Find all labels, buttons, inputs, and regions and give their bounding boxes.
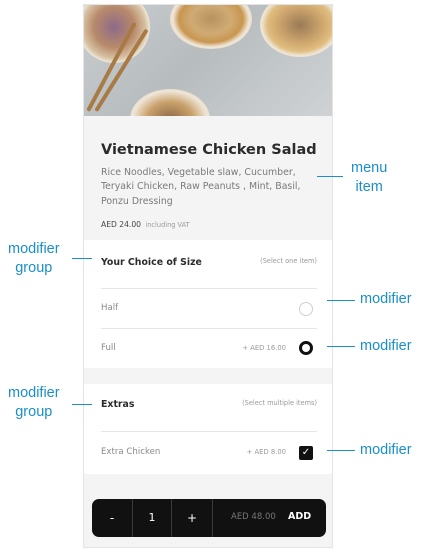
price-value: AED 24.00 bbox=[101, 220, 141, 229]
modifier-option-label: Extra Chicken bbox=[101, 447, 161, 457]
modifier-group-header: Your Choice of Size (Select one item) bbox=[84, 240, 332, 285]
menu-item-details: Vietnamese Chicken Salad Rice Noodles, V… bbox=[84, 116, 332, 240]
annotation-text: modifier bbox=[360, 291, 412, 307]
annotation-pointer-line bbox=[72, 404, 92, 405]
annotation-modifier-group-extras: modifier group bbox=[8, 384, 60, 422]
annotation-modifier-half: modifier bbox=[360, 291, 412, 307]
radio-button-unselected[interactable] bbox=[299, 302, 313, 316]
modifier-option-half[interactable]: Half bbox=[84, 289, 332, 329]
modifier-option-label: Half bbox=[101, 303, 119, 313]
modifier-group-hint: (Select one item) bbox=[260, 257, 317, 265]
annotation-pointer-line bbox=[317, 176, 343, 177]
annotation-pointer-line bbox=[327, 450, 355, 451]
modifier-option-full[interactable]: Full + AED 16.00 bbox=[84, 329, 332, 369]
annotation-menu-item: menu item bbox=[351, 159, 387, 197]
checkbox-checked[interactable]: ✓ bbox=[299, 446, 313, 460]
annotation-text: modifier bbox=[360, 442, 412, 458]
increase-quantity-button[interactable]: + bbox=[172, 499, 212, 537]
modifier-group-size: Your Choice of Size (Select one item) Ha… bbox=[84, 240, 332, 369]
modifier-group-header: Extras (Select multiple items) bbox=[84, 384, 332, 429]
divider bbox=[212, 499, 213, 537]
annotation-pointer-line bbox=[327, 346, 355, 347]
add-to-cart-button[interactable]: ADD bbox=[288, 511, 311, 522]
annotation-modifier-full: modifier bbox=[360, 338, 412, 354]
menu-item-description: Rice Noodles, Vegetable slaw, Cucumber, … bbox=[101, 167, 301, 207]
bowl-shape bbox=[170, 5, 252, 49]
annotation-text: menu item bbox=[351, 160, 388, 195]
annotation-pointer-line bbox=[72, 258, 92, 259]
quantity-value: 1 bbox=[148, 511, 156, 524]
annotation-modifier-group-size: modifier group bbox=[8, 240, 60, 278]
add-to-cart-bar: - 1 + AED 48.00 ADD bbox=[92, 499, 326, 537]
annotation-pointer-line bbox=[327, 300, 355, 301]
phone-screen: Vietnamese Chicken Salad Rice Noodles, V… bbox=[83, 4, 333, 548]
bowl-shape bbox=[260, 5, 332, 57]
decrease-quantity-button[interactable]: - bbox=[92, 499, 132, 537]
modifier-group-extras: Extras (Select multiple items) Extra Chi… bbox=[84, 384, 332, 474]
annotation-text: modifier group bbox=[8, 241, 60, 276]
menu-item-price: AED 24.00 including VAT bbox=[101, 220, 190, 229]
modifier-group-hint: (Select multiple items) bbox=[242, 399, 317, 407]
annotation-text: modifier group bbox=[8, 385, 60, 420]
menu-item-image bbox=[84, 5, 332, 116]
radio-button-selected[interactable] bbox=[299, 341, 313, 355]
modifier-option-price: + AED 16.00 bbox=[242, 344, 286, 352]
modifier-option-label: Full bbox=[101, 343, 116, 353]
modifier-group-title: Extras bbox=[101, 399, 135, 410]
annotation-text: modifier bbox=[360, 338, 412, 354]
modifier-group-title: Your Choice of Size bbox=[101, 257, 202, 268]
price-vat-note: including VAT bbox=[145, 221, 190, 229]
order-total: AED 48.00 bbox=[231, 512, 276, 522]
modifier-option-extra-chicken[interactable]: Extra Chicken + AED 8.00 ✓ bbox=[84, 432, 332, 472]
menu-item-title: Vietnamese Chicken Salad bbox=[101, 142, 317, 158]
annotation-modifier-extra-chicken: modifier bbox=[360, 442, 412, 458]
bowl-shape bbox=[130, 89, 210, 116]
modifier-option-price: + AED 8.00 bbox=[246, 448, 286, 456]
